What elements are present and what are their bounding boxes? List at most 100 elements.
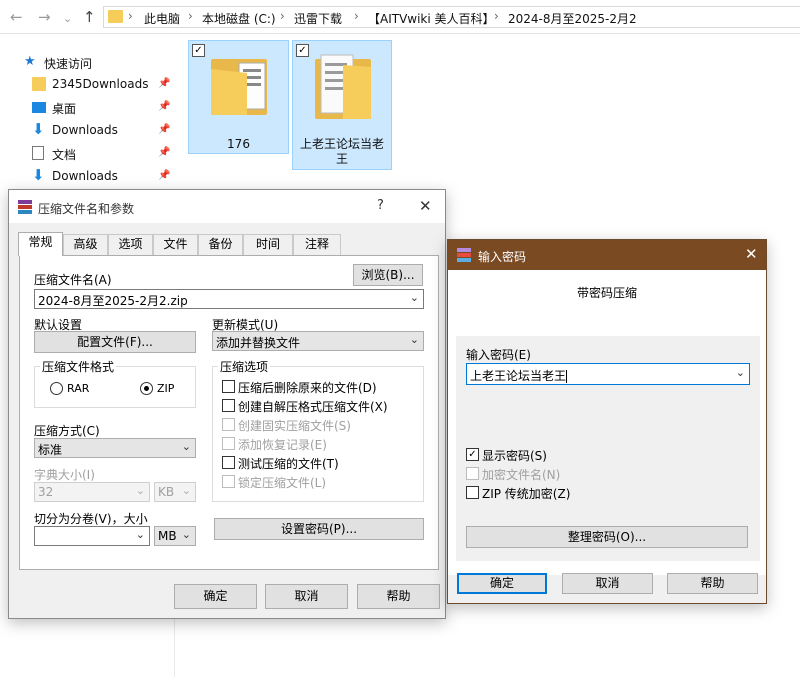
compression-method-select[interactable]: 标准 ⌄ (34, 438, 196, 458)
format-zip-radio[interactable] (140, 382, 153, 395)
nav-item-label: Downloads (52, 123, 118, 137)
close-icon[interactable]: ✕ (745, 245, 758, 263)
nav-item-quick-access[interactable]: ★ 快速访问 (20, 52, 168, 74)
test-files-checkbox[interactable] (222, 456, 235, 469)
password-help-button[interactable]: 帮助 (667, 573, 758, 594)
compression-options-label: 压缩选项 (218, 358, 271, 375)
update-mode-value: 添加并替换文件 (216, 336, 301, 350)
tab-options[interactable]: 选项 (108, 234, 153, 255)
show-password-checkbox[interactable]: ✓ (466, 448, 479, 461)
nav-item-label: 快速访问 (44, 57, 93, 71)
file-item-176[interactable]: ✓ 176 (188, 40, 289, 154)
archive-name-combobox[interactable]: 2024-8月至2025-2月2.zip ⌄ (34, 289, 424, 309)
breadcrumb-separator-icon[interactable]: › (494, 9, 499, 23)
nav-item-downloads[interactable]: ⬇ Downloads 📌 (28, 120, 176, 142)
chevron-down-icon[interactable]: ⌄ (182, 528, 191, 541)
recovery-record-checkbox[interactable] (222, 437, 235, 450)
create-sfx-checkbox[interactable] (222, 399, 235, 412)
chevron-down-icon[interactable]: ⌄ (136, 484, 145, 497)
breadcrumb-separator-icon[interactable]: › (354, 9, 359, 23)
update-mode-select[interactable]: 添加并替换文件 ⌄ (212, 331, 424, 351)
address-bar[interactable]: › 此电脑 › 本地磁盘 (C:) › 迅雷下载 › 【AITVwiki 美人百… (103, 6, 800, 28)
winrar-app-icon (457, 248, 471, 262)
format-rar-radio[interactable] (50, 382, 63, 395)
dictionary-size-select[interactable]: 32 ⌄ (34, 482, 150, 502)
dictionary-unit-select[interactable]: KB ⌄ (154, 482, 196, 502)
chevron-down-icon[interactable]: ⌄ (410, 333, 419, 346)
tab-comment[interactable]: 注释 (293, 234, 341, 255)
ok-button[interactable]: 确定 (174, 584, 257, 609)
close-icon[interactable]: ✕ (419, 197, 432, 215)
tab-advanced[interactable]: 高级 (63, 234, 108, 255)
item-checkbox[interactable]: ✓ (192, 44, 205, 57)
breadcrumb-this-pc[interactable]: 此电脑 (144, 10, 180, 27)
tab-files[interactable]: 文件 (153, 234, 198, 255)
help-button[interactable]: 帮助 (357, 584, 440, 609)
create-solid-checkbox[interactable] (222, 418, 235, 431)
tab-general[interactable]: 常规 (18, 232, 63, 256)
recent-locations-chevron-icon[interactable]: ⌄ (63, 10, 72, 28)
lock-archive-checkbox[interactable] (222, 475, 235, 488)
breadcrumb-separator-icon[interactable]: › (280, 9, 285, 23)
nav-item-documents[interactable]: 文档 📌 (28, 143, 176, 165)
pin-icon[interactable]: 📌 (158, 170, 170, 181)
back-arrow-icon[interactable]: ← (10, 8, 23, 26)
breadcrumb-local-disk[interactable]: 本地磁盘 (C:) (202, 10, 276, 27)
delete-after-archiving-label: 压缩后删除原来的文件(D) (238, 381, 377, 395)
chevron-down-icon[interactable]: ⌄ (736, 366, 745, 379)
dialog-titlebar[interactable]: 压缩文件名和参数 ? ✕ (9, 190, 445, 223)
pin-icon[interactable]: 📌 (158, 101, 170, 112)
chevron-down-icon[interactable]: ⌄ (182, 440, 191, 453)
chevron-down-icon[interactable]: ⌄ (410, 291, 419, 304)
encrypt-file-names-checkbox[interactable] (466, 467, 479, 480)
pin-icon[interactable]: 📌 (158, 147, 170, 158)
cancel-button[interactable]: 取消 (265, 584, 348, 609)
breadcrumb-xunlei[interactable]: 迅雷下载 (294, 10, 342, 27)
item-checkbox[interactable]: ✓ (296, 44, 309, 57)
browse-button[interactable]: 浏览(B)... (353, 264, 423, 286)
encrypt-file-names-label: 加密文件名(N) (482, 468, 561, 482)
winrar-app-icon (18, 200, 32, 214)
tab-time[interactable]: 时间 (243, 234, 293, 255)
profiles-button[interactable]: 配置文件(F)... (34, 331, 196, 353)
archive-name-value: 2024-8月至2025-2月2.zip (38, 294, 188, 308)
delete-after-archiving-checkbox[interactable] (222, 380, 235, 393)
tab-backup[interactable]: 备份 (198, 234, 243, 255)
compression-method-label: 压缩方式(C) (34, 424, 100, 438)
up-arrow-icon[interactable]: ↑ (83, 8, 96, 26)
forward-arrow-icon[interactable]: → (38, 8, 51, 26)
text-caret (566, 370, 568, 383)
nav-item-label: Downloads (52, 169, 118, 183)
pin-icon[interactable]: 📌 (158, 124, 170, 135)
split-unit-select[interactable]: MB ⌄ (154, 526, 196, 546)
nav-item-2345downloads[interactable]: 2345Downloads 📌 (28, 74, 176, 96)
file-item-laowang[interactable]: ✓ 上老王论坛当老 王 (292, 40, 392, 170)
organize-passwords-button[interactable]: 整理密码(O)... (466, 526, 748, 548)
breadcrumb-aitvwiki[interactable]: 【AITVwiki 美人百科】 (368, 10, 495, 27)
password-heading: 带密码压缩 (576, 286, 637, 300)
breadcrumb-current-folder[interactable]: 2024-8月至2025-2月2 (508, 10, 637, 27)
enter-password-dialog: 输入密码 ✕ 带密码压缩 输入密码(E) 上老王论坛当老王 ⌄ ✓ 显示密码(S… (447, 239, 767, 604)
archive-format-label: 压缩文件格式 (40, 358, 117, 375)
dictionary-size-value: 32 (38, 485, 54, 499)
nav-item-label: 2345Downloads (52, 77, 149, 91)
chevron-down-icon[interactable]: ⌄ (136, 528, 145, 541)
password-cancel-button[interactable]: 取消 (562, 573, 653, 594)
recovery-record-label: 添加恢复记录(E) (238, 438, 327, 452)
desktop-icon (32, 102, 46, 113)
breadcrumb-separator-icon[interactable]: › (128, 9, 133, 23)
password-input[interactable]: 上老王论坛当老王 ⌄ (466, 363, 750, 385)
folder-icon (108, 10, 123, 23)
zip-legacy-encryption-checkbox[interactable] (466, 486, 479, 499)
nav-item-desktop[interactable]: 桌面 📌 (28, 97, 176, 119)
breadcrumb-separator-icon[interactable]: › (188, 9, 193, 23)
lock-archive-label: 锁定压缩文件(L) (238, 476, 327, 490)
password-dialog-titlebar[interactable]: 输入密码 ✕ (448, 240, 766, 270)
chevron-down-icon[interactable]: ⌄ (182, 484, 191, 497)
help-question-icon[interactable]: ? (377, 198, 384, 213)
password-ok-button[interactable]: 确定 (457, 573, 547, 594)
pin-icon[interactable]: 📌 (158, 78, 170, 89)
nav-item-downloads-2[interactable]: ⬇ Downloads 📌 (28, 166, 176, 188)
split-size-combobox[interactable]: ⌄ (34, 526, 150, 546)
set-password-button[interactable]: 设置密码(P)... (214, 518, 424, 540)
